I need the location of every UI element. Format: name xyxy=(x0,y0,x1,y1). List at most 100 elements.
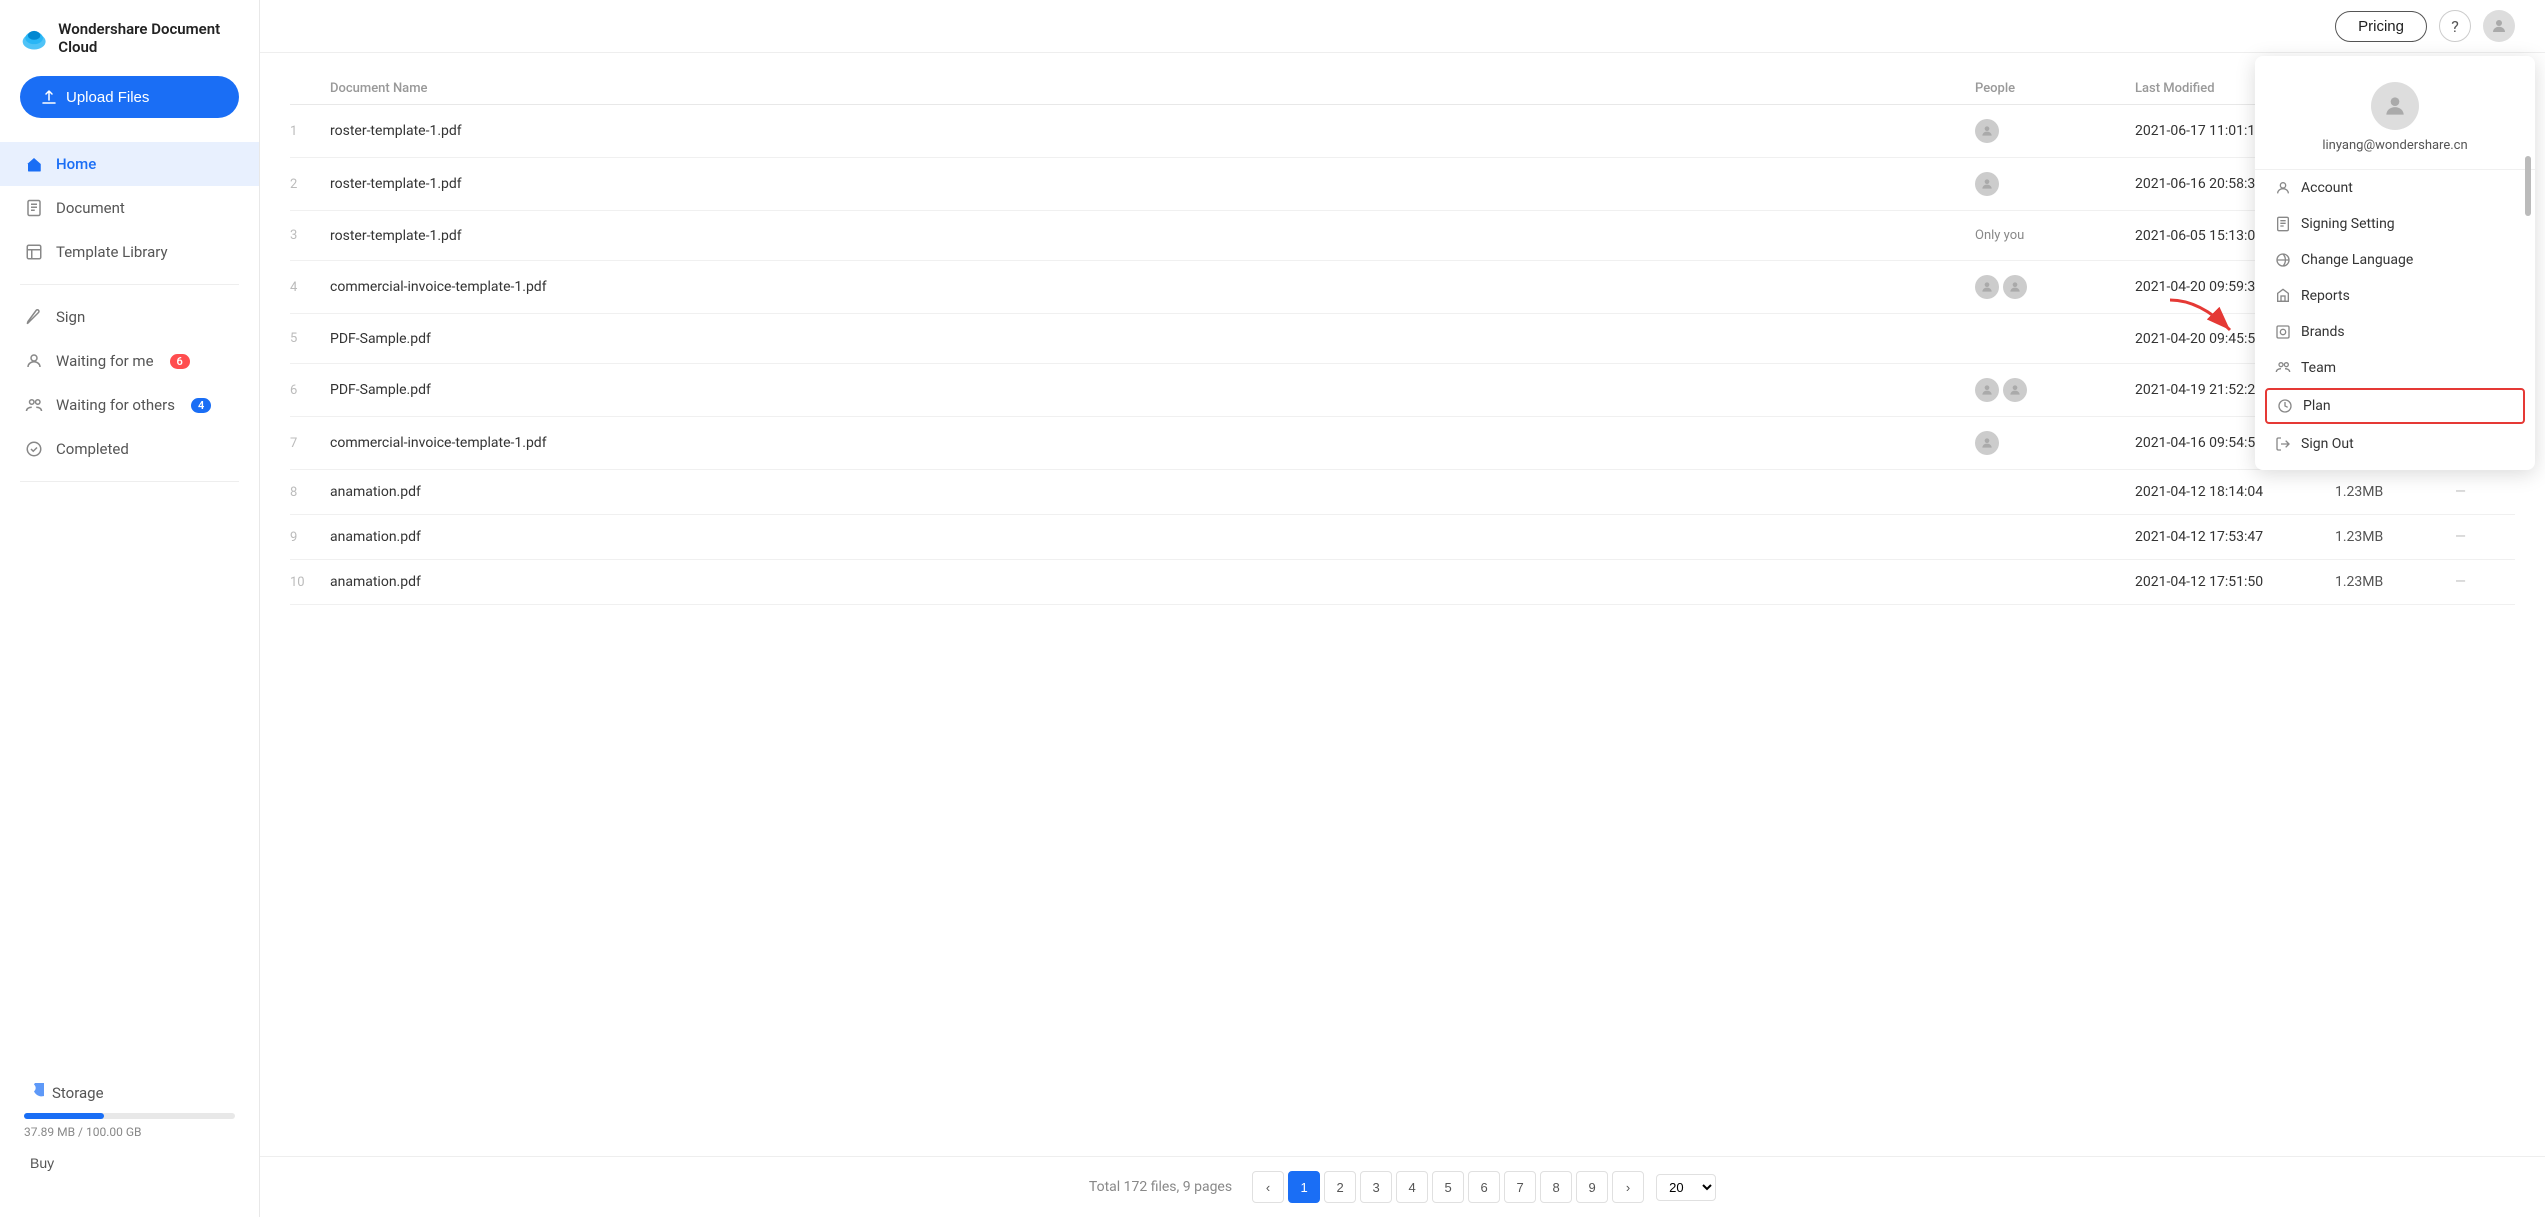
dropdown-change-language[interactable]: Change Language xyxy=(2255,242,2535,278)
help-button[interactable]: ? xyxy=(2439,10,2471,42)
user-icon xyxy=(2490,17,2508,35)
page-size-select[interactable]: 20 50 100 xyxy=(1656,1174,1716,1201)
dropdown-plan[interactable]: Plan xyxy=(2267,390,2523,422)
file-name: roster-template-1.pdf xyxy=(330,228,1975,244)
table-row: 7 commercial-invoice-template-1.pdf 2021… xyxy=(290,417,2515,470)
waiting-others-badge: 4 xyxy=(191,398,211,413)
reports-icon xyxy=(2275,288,2291,304)
row-num: 6 xyxy=(290,383,330,398)
waiting-others-icon xyxy=(24,395,44,415)
page-button-9[interactable]: 9 xyxy=(1576,1171,1608,1203)
storage-title: Storage xyxy=(52,1084,104,1102)
dash-cell: — xyxy=(2455,484,2515,500)
file-name: PDF-Sample.pdf xyxy=(330,382,1975,398)
col-people: People xyxy=(1975,81,2135,96)
storage-section: Storage 37.89 MB / 100.00 GB Buy xyxy=(0,1063,259,1197)
sidebar-item-waiting-for-others[interactable]: Waiting for others 4 xyxy=(0,383,259,427)
sidebar-item-waiting-for-me[interactable]: Waiting for me 6 xyxy=(0,339,259,383)
logo-area: Wondershare Document Cloud xyxy=(0,20,259,76)
file-size: 1.23MB xyxy=(2335,574,2455,590)
col-name: Document Name xyxy=(330,81,1975,96)
dropdown-avatar xyxy=(2371,82,2419,130)
page-button-7[interactable]: 7 xyxy=(1504,1171,1536,1203)
file-name: roster-template-1.pdf xyxy=(330,176,1975,192)
row-num: 8 xyxy=(290,485,330,500)
people-cell xyxy=(1975,275,2135,299)
row-num: 10 xyxy=(290,575,330,590)
avatar xyxy=(1975,431,1999,455)
page-button-2[interactable]: 2 xyxy=(1324,1171,1356,1203)
avatar xyxy=(1975,275,1999,299)
file-size: 1.23MB xyxy=(2335,529,2455,545)
page-button-3[interactable]: 3 xyxy=(1360,1171,1392,1203)
avatar xyxy=(1975,119,1999,143)
page-button-1[interactable]: 1 xyxy=(1288,1171,1320,1203)
brands-icon xyxy=(2275,324,2291,340)
storage-used: 37.89 MB / 100.00 GB xyxy=(24,1125,235,1139)
page-button-4[interactable]: 4 xyxy=(1396,1171,1428,1203)
table-row: 3 roster-template-1.pdf Only you 2021-06… xyxy=(290,211,2515,261)
sidebar-item-template-label: Template Library xyxy=(56,243,168,261)
dropdown-account[interactable]: Account xyxy=(2255,170,2535,206)
dropdown-sign-out[interactable]: Sign Out xyxy=(2255,426,2535,462)
page-button-5[interactable]: 5 xyxy=(1432,1171,1464,1203)
sidebar-item-template-library[interactable]: Template Library xyxy=(0,230,259,274)
table-row: 10 anamation.pdf 2021-04-12 17:51:50 1.2… xyxy=(290,560,2515,605)
waiting-me-badge: 6 xyxy=(170,354,190,369)
file-size: 1.23MB xyxy=(2335,484,2455,500)
pagination-info: Total 172 files, 9 pages xyxy=(1089,1179,1232,1195)
scrollbar xyxy=(2525,156,2531,216)
sidebar-item-completed[interactable]: Completed xyxy=(0,427,259,471)
table-row: 4 commercial-invoice-template-1.pdf 2021… xyxy=(290,261,2515,314)
dropdown-plan-highlighted[interactable]: Plan xyxy=(2265,388,2525,424)
row-num: 4 xyxy=(290,280,330,295)
user-dropdown: linyang@wondershare.cn Account Signing S… xyxy=(2255,56,2535,470)
people-cell xyxy=(1975,378,2135,402)
dropdown-brands[interactable]: Brands xyxy=(2255,314,2535,350)
account-label: Account xyxy=(2301,180,2353,196)
sidebar-item-sign-label: Sign xyxy=(56,308,85,326)
user-avatar-button[interactable] xyxy=(2483,10,2515,42)
dash-cell: — xyxy=(2455,529,2515,545)
page-button-8[interactable]: 8 xyxy=(1540,1171,1572,1203)
sidebar-item-waiting-me-label: Waiting for me xyxy=(56,352,154,370)
pricing-button[interactable]: Pricing xyxy=(2335,11,2427,42)
row-num: 3 xyxy=(290,228,330,243)
file-name: PDF-Sample.pdf xyxy=(330,331,1975,347)
dropdown-user-icon xyxy=(2382,93,2408,119)
pagination: Total 172 files, 9 pages ‹ 1 2 3 4 5 6 7… xyxy=(260,1156,2545,1217)
people-cell xyxy=(1975,119,2135,143)
storage-icon xyxy=(24,1083,44,1103)
avatar xyxy=(1975,378,1999,402)
sidebar-item-home[interactable]: Home xyxy=(0,142,259,186)
signing-setting-label: Signing Setting xyxy=(2301,216,2395,232)
dropdown-reports[interactable]: Reports xyxy=(2255,278,2535,314)
sidebar-item-document-label: Document xyxy=(56,199,125,217)
upload-button[interactable]: Upload Files xyxy=(20,76,239,118)
table-row: 9 anamation.pdf 2021-04-12 17:53:47 1.23… xyxy=(290,515,2515,560)
change-language-label: Change Language xyxy=(2301,252,2413,268)
file-name: anamation.pdf xyxy=(330,574,1975,590)
brands-label: Brands xyxy=(2301,324,2345,340)
waiting-me-icon xyxy=(24,351,44,371)
people-cell xyxy=(1975,431,2135,455)
topbar: Pricing ? xyxy=(260,0,2545,53)
table-row: 2 roster-template-1.pdf 2021-06-16 20:58… xyxy=(290,158,2515,211)
sidebar-item-document[interactable]: Document xyxy=(0,186,259,230)
sidebar-item-sign[interactable]: Sign xyxy=(0,295,259,339)
reports-label: Reports xyxy=(2301,288,2350,304)
modified-date: 2021-04-12 17:53:47 xyxy=(2135,529,2335,545)
dropdown-team[interactable]: Team xyxy=(2255,350,2535,386)
page-button-6[interactable]: 6 xyxy=(1468,1171,1500,1203)
file-name: commercial-invoice-template-1.pdf xyxy=(330,279,1975,295)
row-num: 5 xyxy=(290,331,330,346)
plan-label: Plan xyxy=(2303,398,2331,414)
completed-icon xyxy=(24,439,44,459)
buy-button[interactable]: Buy xyxy=(24,1149,60,1177)
next-page-button[interactable]: › xyxy=(1612,1171,1644,1203)
dropdown-signing-setting[interactable]: Signing Setting xyxy=(2255,206,2535,242)
prev-page-button[interactable]: ‹ xyxy=(1252,1171,1284,1203)
language-icon xyxy=(2275,252,2291,268)
table-row: 8 anamation.pdf 2021-04-12 18:14:04 1.23… xyxy=(290,470,2515,515)
row-num: 2 xyxy=(290,177,330,192)
